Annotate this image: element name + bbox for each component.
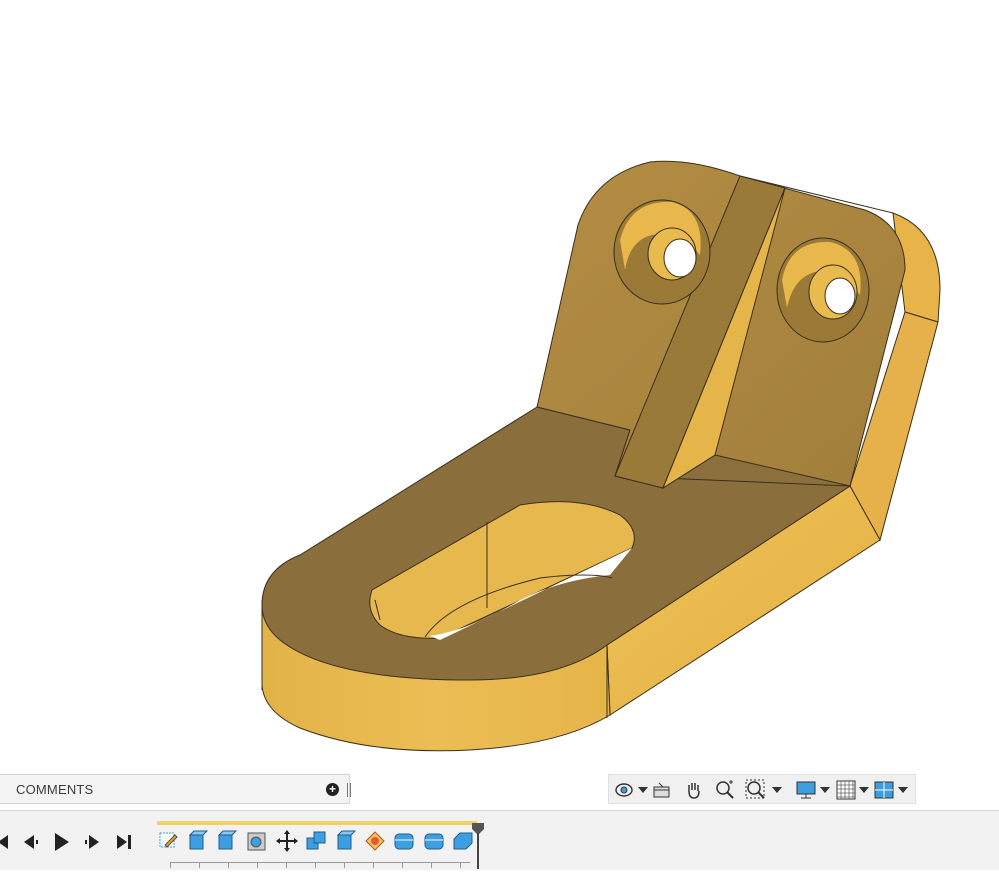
look-at-icon[interactable] [651, 779, 673, 801]
display-settings-icon[interactable] [795, 779, 817, 801]
extrude-feature-icon[interactable] [214, 829, 238, 853]
timeline-tick [460, 863, 461, 868]
navigation-toolbar [608, 774, 916, 804]
fit-menu-chevron-down-icon[interactable] [772, 787, 782, 793]
timeline-bar [0, 810, 999, 870]
timeline-tick [199, 863, 200, 868]
timeline-marker[interactable] [472, 823, 484, 869]
zoom-icon[interactable] [714, 779, 736, 801]
timeline-tick [315, 863, 316, 868]
play-icon[interactable] [51, 831, 73, 853]
timeline-tick [170, 863, 171, 868]
step-back-icon[interactable] [20, 831, 42, 853]
timeline-tick [257, 863, 258, 868]
panel-grip-icon[interactable] [347, 783, 351, 797]
move-feature-icon[interactable] [275, 829, 299, 853]
sketch-feature-icon[interactable] [157, 829, 181, 853]
go-to-start-icon[interactable] [0, 831, 14, 853]
comments-label: COMMENTS [16, 782, 94, 797]
timeline-tick [373, 863, 374, 868]
timeline-track [157, 821, 477, 825]
rib-feature-icon[interactable] [363, 829, 387, 853]
extrude-feature-icon[interactable] [185, 829, 209, 853]
display-menu-chevron-down-icon[interactable] [820, 787, 830, 793]
comments-panel: COMMENTS + [0, 774, 351, 804]
orbit-icon[interactable] [613, 779, 635, 801]
combine-feature-icon[interactable] [304, 829, 328, 853]
timeline-tick [286, 863, 287, 868]
plus-circle-icon[interactable]: + [326, 783, 339, 796]
timeline-tick [402, 863, 403, 868]
right-hole [776, 237, 870, 343]
timeline-tick [228, 863, 229, 868]
grid-snaps-icon[interactable] [835, 779, 857, 801]
grid-menu-chevron-down-icon[interactable] [859, 787, 869, 793]
go-to-end-icon[interactable] [113, 831, 135, 853]
extrude-feature-icon[interactable] [333, 829, 357, 853]
step-forward-icon[interactable] [81, 831, 103, 853]
orbit-menu-chevron-down-icon[interactable] [638, 787, 648, 793]
fit-window-icon[interactable] [745, 779, 767, 801]
fillet-feature-icon[interactable] [392, 829, 416, 853]
canvas-viewport[interactable] [0, 0, 999, 810]
viewports-icon[interactable] [873, 779, 895, 801]
viewports-menu-chevron-down-icon[interactable] [898, 787, 908, 793]
fillet-feature-icon[interactable] [422, 829, 446, 853]
timeline-tick [431, 863, 432, 868]
left-hole [613, 199, 711, 305]
bracket-model[interactable] [0, 0, 999, 810]
hole-feature-icon[interactable] [245, 829, 269, 853]
timeline-tick [344, 863, 345, 868]
pan-hand-icon[interactable] [683, 779, 705, 801]
